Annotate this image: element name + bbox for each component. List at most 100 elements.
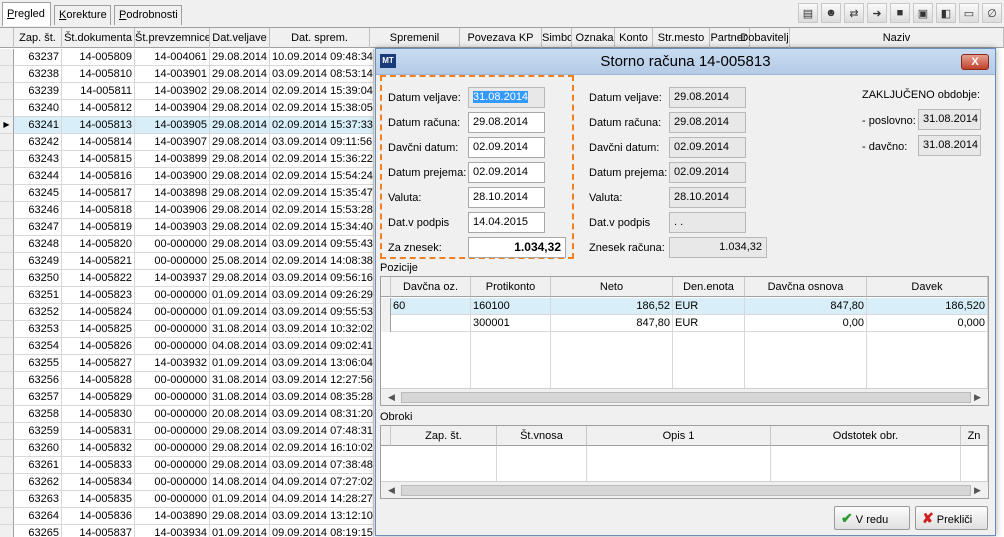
table-cell: 14-005811 — [62, 83, 135, 100]
receipt-date-input[interactable]: 02.09.2014 — [468, 162, 545, 183]
toolbar-report-button[interactable]: ▤ — [798, 3, 818, 23]
close-button[interactable]: X — [961, 54, 989, 70]
scroll-left-icon[interactable]: ◀ — [383, 389, 400, 405]
scroll-right-icon[interactable]: ▶ — [969, 389, 986, 405]
original-field-value: 29.08.2014 — [669, 87, 746, 108]
table-cell: 14-003898 — [135, 185, 210, 202]
grid-corner — [381, 426, 391, 446]
row-indicator — [381, 298, 391, 315]
grid-column-header[interactable]: Konto — [615, 28, 653, 48]
table-cell: 14-005829 — [62, 389, 135, 406]
original-field-label: Dat.v podpis — [589, 217, 651, 229]
column-divider — [987, 297, 988, 388]
toolbar-move-button[interactable]: ➜ — [867, 3, 887, 23]
table-cell: 14-005816 — [62, 168, 135, 185]
row-indicator — [0, 338, 14, 355]
grid-column-header[interactable]: Zn — [961, 426, 988, 446]
ok-button[interactable]: ✔ V redu — [834, 506, 910, 530]
pozicije-grid[interactable]: Davčna oz. Protikonto Neto Den.enota Davčna … — [380, 276, 989, 406]
currency-date-input[interactable]: 28.10.2014 — [468, 187, 545, 208]
grid-column-header[interactable]: Davčna osnova — [745, 277, 867, 297]
toolbar-users-button[interactable]: ☻ — [821, 3, 841, 23]
grid-column-header[interactable]: Opis 1 — [587, 426, 771, 446]
grid-column-header[interactable]: Spremenil — [370, 28, 460, 48]
toolbar-transfer-button[interactable]: ⇄ — [844, 3, 864, 23]
grid-column-header[interactable]: Dat. sprem. — [270, 28, 370, 48]
tab-pregled[interactable]: Pregled — [2, 2, 51, 26]
table-cell: 02.09.2014 15:38:05 — [270, 100, 374, 117]
field-label: Datum prejema: — [388, 167, 467, 179]
row-indicator — [0, 49, 14, 66]
table-cell: 03.09.2014 07:38:48 — [270, 457, 374, 474]
table-cell: 09.09.2014 08:19:15 — [270, 525, 374, 537]
toolbar-stop-button[interactable]: ■ — [890, 3, 910, 23]
table-cell: 63238 — [14, 66, 62, 83]
toolbar-folder-button[interactable]: ▭ — [959, 3, 979, 23]
scroll-right-icon[interactable]: ▶ — [969, 482, 986, 498]
grid-column-header[interactable]: Zap. št. — [391, 426, 497, 446]
table-cell: 00-000000 — [135, 474, 210, 491]
scroll-thumb[interactable] — [401, 485, 971, 496]
obroki-grid[interactable]: Zap. št. Št.vnosa Opis 1 Odstotek obr. Zn ◀ ▶ — [380, 425, 989, 499]
table-cell: 31.08.2014 — [210, 389, 270, 406]
grid-column-header[interactable]: Zap. št. — [14, 28, 62, 48]
grid-column-header[interactable]: Št.dokumenta — [62, 28, 135, 48]
grid-column-header[interactable]: Dat.veljave — [210, 28, 270, 48]
grid-column-header[interactable]: Neto — [551, 277, 673, 297]
table-cell: 63265 — [14, 525, 62, 537]
grid-column-header[interactable]: Št.vnosa — [497, 426, 587, 446]
grid-column-header[interactable]: Den.enota — [673, 277, 745, 297]
grid-column-header[interactable]: Naziv — [790, 28, 1004, 48]
table-cell: 00-000000 — [135, 253, 210, 270]
table-cell: 29.08.2014 — [210, 66, 270, 83]
move-icon: ➜ — [872, 7, 882, 20]
grid-column-header[interactable]: Št.prevzemnice — [135, 28, 210, 48]
tab-podrobnosti[interactable]: Podrobnosti — [114, 5, 182, 25]
toolbar-screen-button[interactable]: ▣ — [913, 3, 933, 23]
table-cell: 29.08.2014 — [210, 236, 270, 253]
table-cell: 63253 — [14, 321, 62, 338]
amount-input[interactable]: 1.034,32 — [468, 237, 566, 258]
table-cell: 29.08.2014 — [210, 134, 270, 151]
dialog-titlebar[interactable]: Storno računa 14-005813 MT X — [376, 49, 995, 75]
grid-column-header[interactable]: Protikonto — [471, 277, 551, 297]
original-field-label: Valuta: — [589, 192, 623, 204]
grid-column-header[interactable]: Davek — [867, 277, 988, 297]
grid-column-header[interactable]: Davčna oz. — [391, 277, 471, 297]
app-window: Pregled Korekture Podrobnosti ▤ ☻ ⇄ ➜ ■ ▣ ◧ ▭ ∅ … — [0, 0, 1004, 537]
grid-column-header[interactable]: Odstotek obr. — [771, 426, 961, 446]
table-cell: 14.08.2014 — [210, 474, 270, 491]
obroki-label: Obroki — [380, 411, 413, 423]
toolbar-attach-button[interactable]: ∅ — [982, 3, 1002, 23]
horizontal-scrollbar[interactable]: ◀ ▶ — [381, 388, 988, 405]
table-cell: 14-005810 — [62, 66, 135, 83]
table-cell: 03.09.2014 09:26:29 — [270, 287, 374, 304]
table-cell: 63237 — [14, 49, 62, 66]
cancel-button[interactable]: ✘ Prekliči — [915, 506, 988, 530]
grid-column-header[interactable]: Str.mesto — [653, 28, 710, 48]
invoice-date-input[interactable]: 29.08.2014 — [468, 112, 545, 133]
grid-cell: 847,80 — [551, 315, 673, 332]
table-cell: 14-005826 — [62, 338, 135, 355]
grid-column-header[interactable]: Simbol — [542, 28, 572, 48]
grid-cell: 186,520 — [867, 298, 988, 315]
table-cell: 14-005830 — [62, 406, 135, 423]
horizontal-scrollbar[interactable]: ◀ ▶ — [381, 481, 988, 498]
tab-korekture[interactable]: Korekture — [54, 5, 111, 25]
app-logo-icon: MT — [380, 54, 396, 68]
grid-column-header[interactable]: Dobavitelj — [740, 28, 790, 48]
sign-date-input[interactable]: 14.04.2015 — [468, 212, 545, 233]
table-cell: 01.09.2014 — [210, 525, 270, 537]
scroll-thumb[interactable] — [401, 392, 971, 403]
table-cell: 31.08.2014 — [210, 372, 270, 389]
valid-date-input[interactable]: 31.08.2014 — [468, 87, 545, 108]
original-field-value: 1.034,32 — [669, 237, 767, 258]
grid-column-header[interactable]: Oznaka — [575, 28, 615, 48]
grid-column-header[interactable]: Povezava KP — [460, 28, 542, 48]
toolbar-window-button[interactable]: ◧ — [936, 3, 956, 23]
row-indicator — [0, 202, 14, 219]
table-cell: 29.08.2014 — [210, 270, 270, 287]
tax-date-input[interactable]: 02.09.2014 — [468, 137, 545, 158]
scroll-left-icon[interactable]: ◀ — [383, 482, 400, 498]
row-indicator — [0, 134, 14, 151]
